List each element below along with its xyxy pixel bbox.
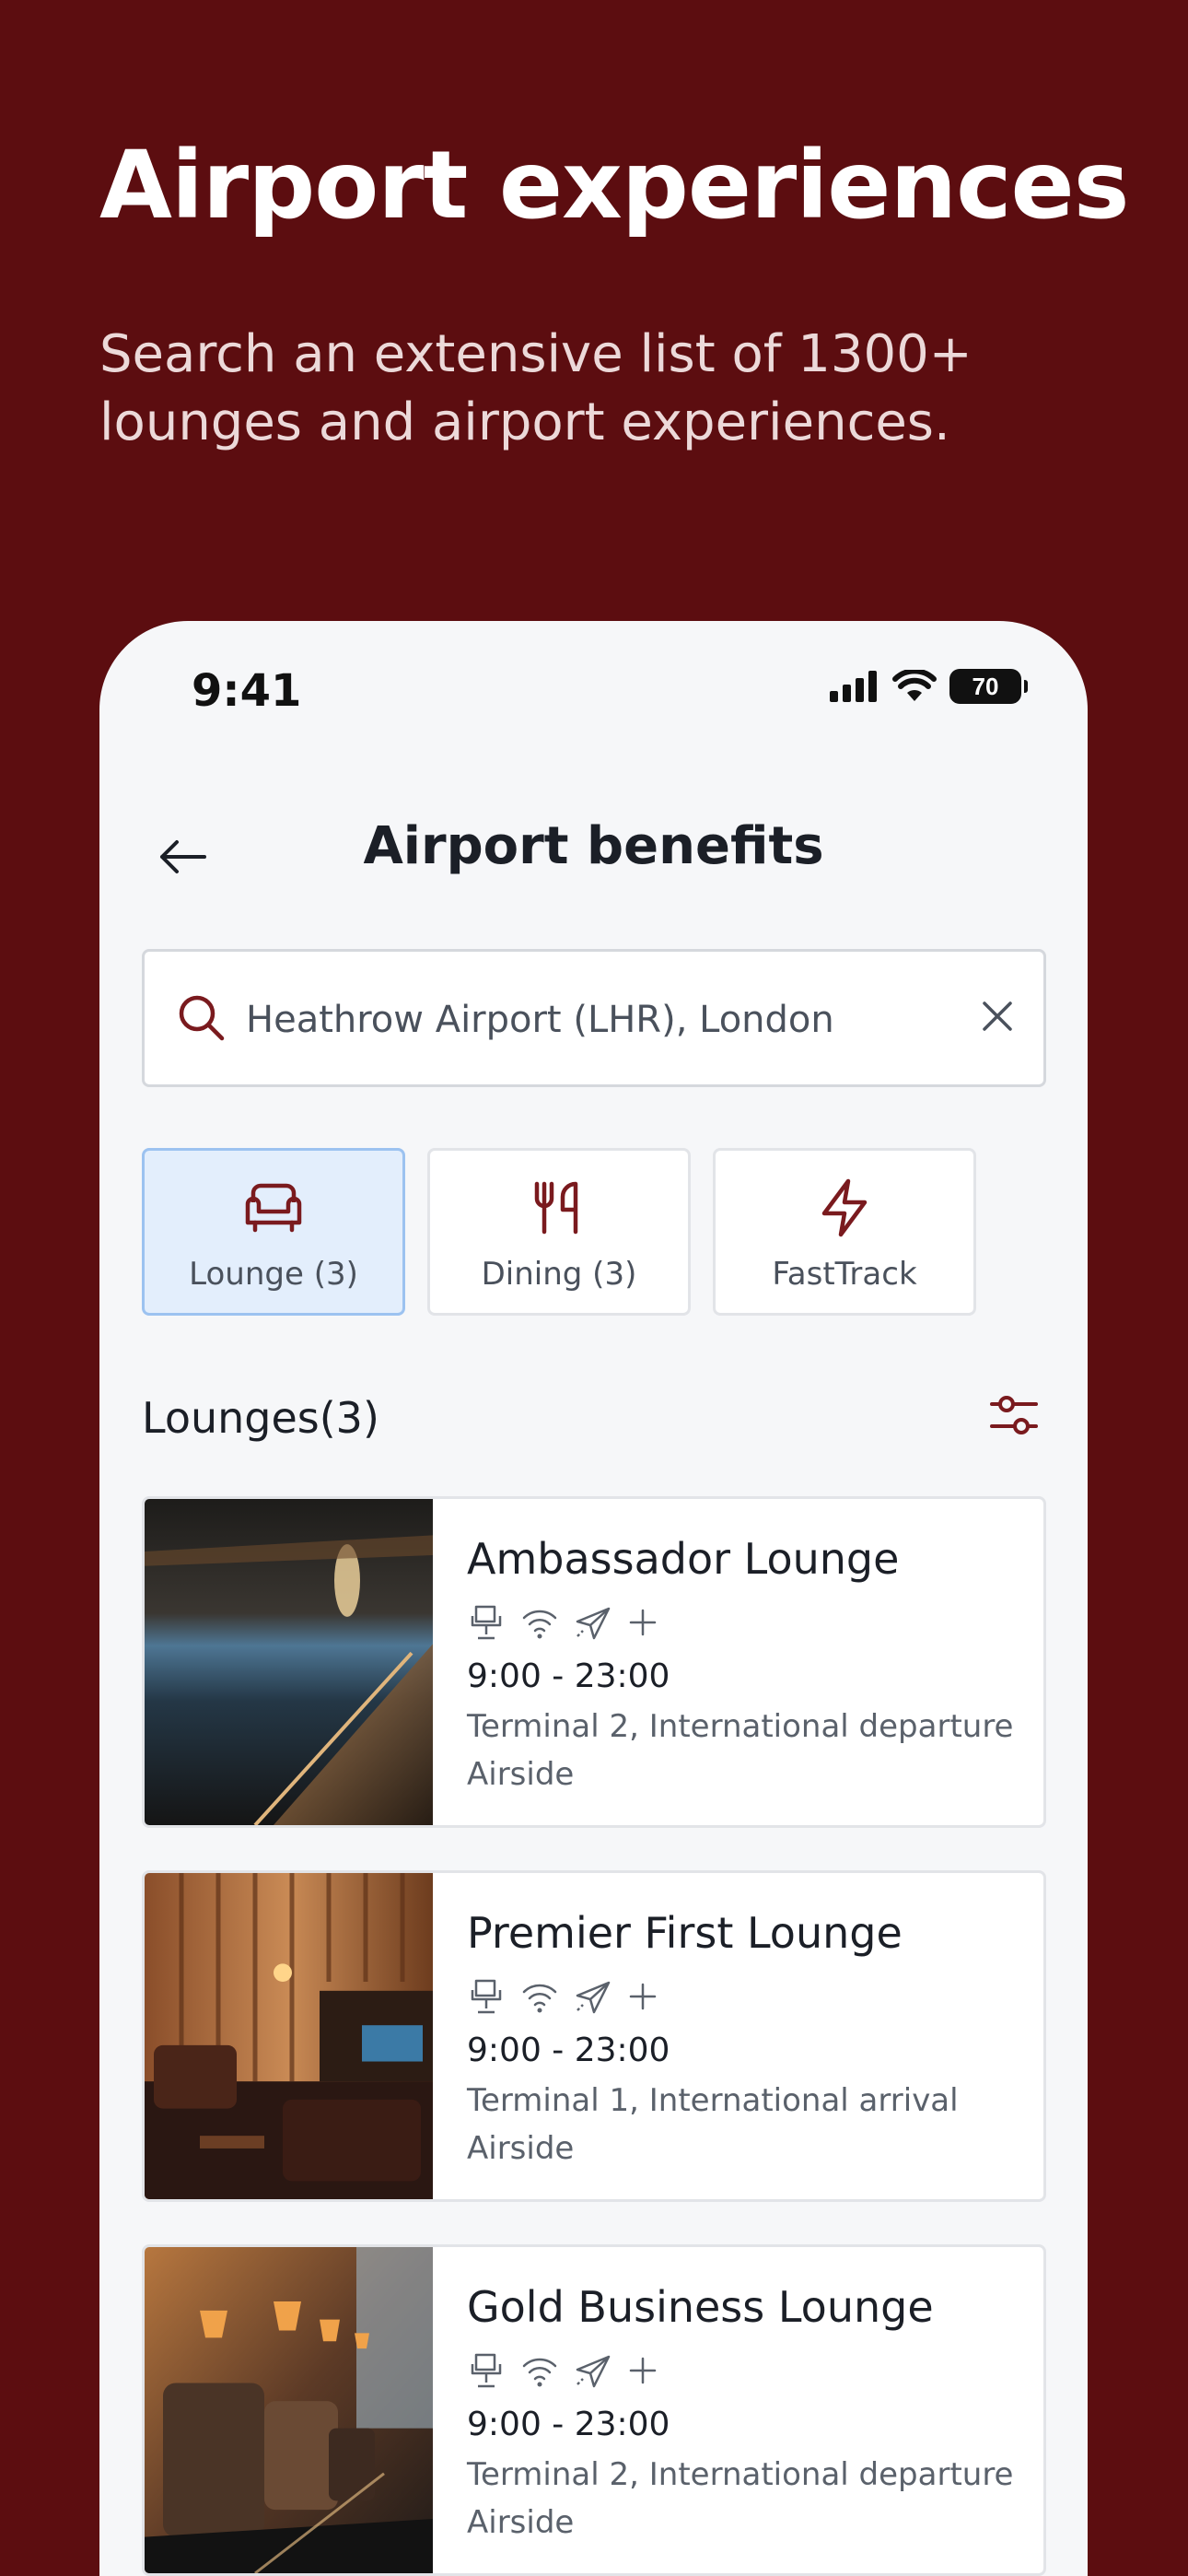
chip-dining[interactable]: Dining (3) — [427, 1148, 691, 1316]
signal-icon — [830, 671, 877, 702]
wifi-icon — [522, 2358, 557, 2387]
lounge-location: Terminal 1, International arrival — [467, 2082, 959, 2119]
plane-icon — [576, 1981, 611, 2014]
battery-indicator: 70 — [949, 669, 1028, 704]
armchair-icon — [245, 1183, 302, 1233]
seat-icon — [471, 2353, 502, 2388]
section-title: Lounges(3) — [142, 1393, 379, 1443]
wifi-icon — [522, 1610, 557, 1639]
lounge-side: Airside — [467, 2130, 575, 2167]
seat-icon — [471, 1979, 502, 2014]
plane-icon — [576, 2355, 611, 2388]
seat-icon — [471, 1605, 502, 1640]
hero-title: Airport experiences — [99, 131, 1129, 240]
lounge-hours: 9:00 - 23:00 — [467, 2032, 670, 2069]
amenity-icons — [467, 2350, 1025, 2391]
lounge-card[interactable]: Ambassador Lounge 9:00 - 23:00 Terminal … — [142, 1496, 1046, 1828]
chip-label: Dining (3) — [481, 1256, 637, 1293]
hero-subtitle: Search an extensive list of 1300+ lounge… — [99, 324, 973, 452]
lounge-side: Airside — [467, 2504, 575, 2541]
amenity-icons — [467, 1602, 1025, 1643]
wifi-icon — [892, 670, 937, 701]
chip-fasttrack[interactable]: FastTrack — [713, 1148, 976, 1316]
lounge-hours: 9:00 - 23:00 — [467, 1657, 670, 1695]
page-title: Airport benefits — [363, 816, 824, 876]
chip-label: Lounge (3) — [189, 1256, 358, 1293]
chip-lounge[interactable]: Lounge (3) — [142, 1148, 405, 1316]
lounge-side: Airside — [467, 1756, 575, 1793]
close-icon[interactable] — [979, 998, 1016, 1035]
lounge-photo — [145, 2247, 433, 2573]
status-bar: 9:41 70 — [99, 621, 1088, 759]
lounge-location: Terminal 2, International departure — [467, 1708, 1014, 1745]
lounge-hours: 9:00 - 23:00 — [467, 2406, 670, 2443]
lounge-card[interactable]: Premier First Lounge 9:00 - 23:00 Termin… — [142, 1870, 1046, 2202]
filter-sliders-icon[interactable] — [988, 1391, 1040, 1439]
plus-icon — [629, 1609, 657, 1636]
lounge-location: Terminal 2, International departure — [467, 2456, 1014, 2493]
plane-icon — [576, 1607, 611, 1640]
plus-icon — [629, 1983, 657, 2010]
lightning-icon — [821, 1178, 868, 1237]
plus-icon — [629, 2357, 657, 2384]
wifi-icon — [522, 1984, 557, 2013]
search-box[interactable] — [142, 949, 1046, 1087]
phone-mockup: 9:41 70 Airport benefits Heathrow Airpor… — [99, 621, 1088, 2576]
lounge-photo — [145, 1499, 433, 1825]
search-input[interactable] — [246, 989, 964, 1051]
search-icon — [179, 995, 225, 1041]
category-filters: Lounge (3) Dining (3) FastTrack — [142, 1148, 976, 1316]
chip-label: FastTrack — [772, 1256, 917, 1293]
amenity-icons — [467, 1976, 1025, 2017]
status-icons: 70 — [830, 669, 1028, 704]
lounge-name: Ambassador Lounge — [467, 1534, 900, 1584]
status-time: 9:41 — [192, 665, 302, 717]
fork-knife-icon — [534, 1181, 578, 1235]
lounge-photo — [145, 1873, 433, 2199]
lounge-card[interactable]: Gold Business Lounge 9:00 - 23:00 Termin… — [142, 2244, 1046, 2576]
lounge-name: Premier First Lounge — [467, 1908, 903, 1958]
lounge-name: Gold Business Lounge — [467, 2282, 934, 2332]
